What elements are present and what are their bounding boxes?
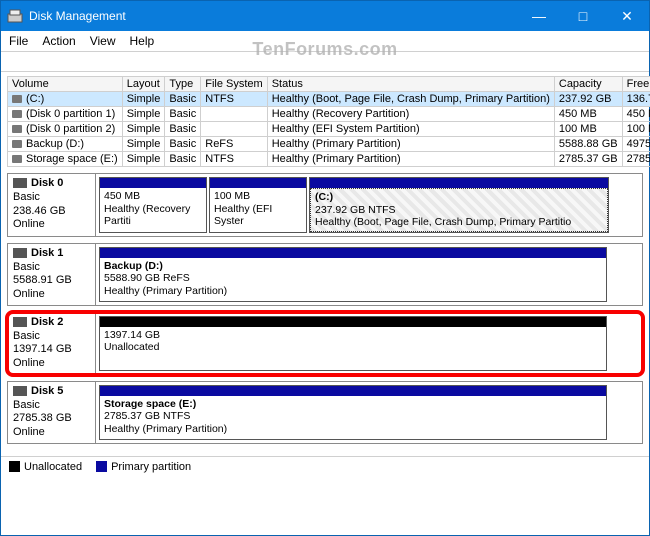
col-status[interactable]: Status bbox=[267, 77, 554, 92]
partition-stripe bbox=[210, 178, 306, 188]
disk-map: Disk 0Basic238.46 GBOnline450 MBHealthy … bbox=[7, 173, 643, 444]
partition-label: 1397.14 GBUnallocated bbox=[100, 327, 606, 370]
menu-view[interactable]: View bbox=[90, 34, 116, 48]
disk-icon bbox=[13, 317, 27, 327]
partition-stripe bbox=[100, 386, 606, 396]
menu-help[interactable]: Help bbox=[130, 34, 155, 48]
close-button[interactable]: ✕ bbox=[605, 1, 649, 31]
disk-row[interactable]: Disk 5Basic2785.38 GBOnlineStorage space… bbox=[7, 381, 643, 444]
disk-body: 450 MBHealthy (Recovery Partiti100 MBHea… bbox=[96, 174, 642, 236]
partition-stripe bbox=[310, 178, 608, 188]
volume-icon bbox=[12, 125, 22, 133]
volume-row[interactable]: Storage space (E:)SimpleBasicNTFSHealthy… bbox=[8, 152, 650, 167]
partition[interactable]: Storage space (E:)2785.37 GB NTFSHealthy… bbox=[99, 385, 607, 440]
volume-row[interactable]: (C:)SimpleBasicNTFSHealthy (Boot, Page F… bbox=[8, 92, 650, 107]
partition[interactable]: Backup (D:)5588.90 GB ReFSHealthy (Prima… bbox=[99, 247, 607, 302]
col-layout[interactable]: Layout bbox=[122, 77, 165, 92]
volume-row[interactable]: Backup (D:)SimpleBasicReFSHealthy (Prima… bbox=[8, 137, 650, 152]
disk-body: 1397.14 GBUnallocated bbox=[96, 313, 642, 374]
legend-unallocated: Unallocated bbox=[9, 461, 82, 473]
partition-label: Backup (D:)5588.90 GB ReFSHealthy (Prima… bbox=[100, 258, 606, 301]
partition-stripe bbox=[100, 178, 206, 188]
volume-icon bbox=[12, 110, 22, 118]
partition[interactable]: (C:)237.92 GB NTFSHealthy (Boot, Page Fi… bbox=[309, 177, 609, 233]
title-bar[interactable]: Disk Management — □ ✕ bbox=[1, 1, 649, 31]
disk-management-window: Disk Management — □ ✕ File Action View H… bbox=[0, 0, 650, 536]
volume-icon bbox=[12, 155, 22, 163]
partition[interactable]: 1397.14 GBUnallocated bbox=[99, 316, 607, 371]
volume-row[interactable]: (Disk 0 partition 1)SimpleBasicHealthy (… bbox=[8, 107, 650, 122]
menu-file[interactable]: File bbox=[9, 34, 28, 48]
minimize-button[interactable]: — bbox=[517, 1, 561, 31]
legend-chip-unalloc bbox=[9, 461, 20, 472]
disk-header: Disk 1Basic5588.91 GBOnline bbox=[8, 244, 96, 305]
disk-icon bbox=[13, 386, 27, 396]
partition-label: 100 MBHealthy (EFI Syster bbox=[210, 188, 306, 232]
volume-icon bbox=[12, 140, 22, 148]
col-fs[interactable]: File System bbox=[201, 77, 267, 92]
maximize-button[interactable]: □ bbox=[561, 1, 605, 31]
disk-body: Backup (D:)5588.90 GB ReFSHealthy (Prima… bbox=[96, 244, 642, 305]
legend-chip-primary bbox=[96, 461, 107, 472]
disk-row[interactable]: Disk 2Basic1397.14 GBOnline1397.14 GBUna… bbox=[7, 312, 643, 375]
col-free[interactable]: Free Space bbox=[622, 77, 650, 92]
disk-header: Disk 0Basic238.46 GBOnline bbox=[8, 174, 96, 236]
partition-label: (C:)237.92 GB NTFSHealthy (Boot, Page Fi… bbox=[310, 188, 608, 232]
partition-label: Storage space (E:)2785.37 GB NTFSHealthy… bbox=[100, 396, 606, 439]
content-area: Volume Layout Type File System Status Ca… bbox=[1, 72, 649, 456]
partition-stripe bbox=[100, 317, 606, 327]
volume-list[interactable]: Volume Layout Type File System Status Ca… bbox=[7, 76, 650, 167]
partition-label: 450 MBHealthy (Recovery Partiti bbox=[100, 188, 206, 232]
partition-stripe bbox=[100, 248, 606, 258]
partition[interactable]: 100 MBHealthy (EFI Syster bbox=[209, 177, 307, 233]
disk-icon bbox=[13, 248, 27, 258]
volume-icon bbox=[12, 95, 22, 103]
disk-icon bbox=[13, 178, 27, 188]
toolbar bbox=[1, 52, 649, 72]
volume-row[interactable]: (Disk 0 partition 2)SimpleBasicHealthy (… bbox=[8, 122, 650, 137]
app-icon bbox=[7, 8, 23, 24]
col-type[interactable]: Type bbox=[165, 77, 201, 92]
disk-row[interactable]: Disk 0Basic238.46 GBOnline450 MBHealthy … bbox=[7, 173, 643, 237]
disk-body: Storage space (E:)2785.37 GB NTFSHealthy… bbox=[96, 382, 642, 443]
window-title: Disk Management bbox=[29, 9, 517, 23]
disk-header: Disk 5Basic2785.38 GBOnline bbox=[8, 382, 96, 443]
col-capacity[interactable]: Capacity bbox=[554, 77, 622, 92]
disk-row[interactable]: Disk 1Basic5588.91 GBOnlineBackup (D:)55… bbox=[7, 243, 643, 306]
legend: Unallocated Primary partition bbox=[1, 456, 649, 477]
partition[interactable]: 450 MBHealthy (Recovery Partiti bbox=[99, 177, 207, 233]
legend-primary: Primary partition bbox=[96, 461, 191, 473]
menu-action[interactable]: Action bbox=[42, 34, 75, 48]
disk-header: Disk 2Basic1397.14 GBOnline bbox=[8, 313, 96, 374]
col-volume[interactable]: Volume bbox=[8, 77, 123, 92]
menu-bar: File Action View Help bbox=[1, 31, 649, 52]
volume-header-row[interactable]: Volume Layout Type File System Status Ca… bbox=[8, 77, 650, 92]
